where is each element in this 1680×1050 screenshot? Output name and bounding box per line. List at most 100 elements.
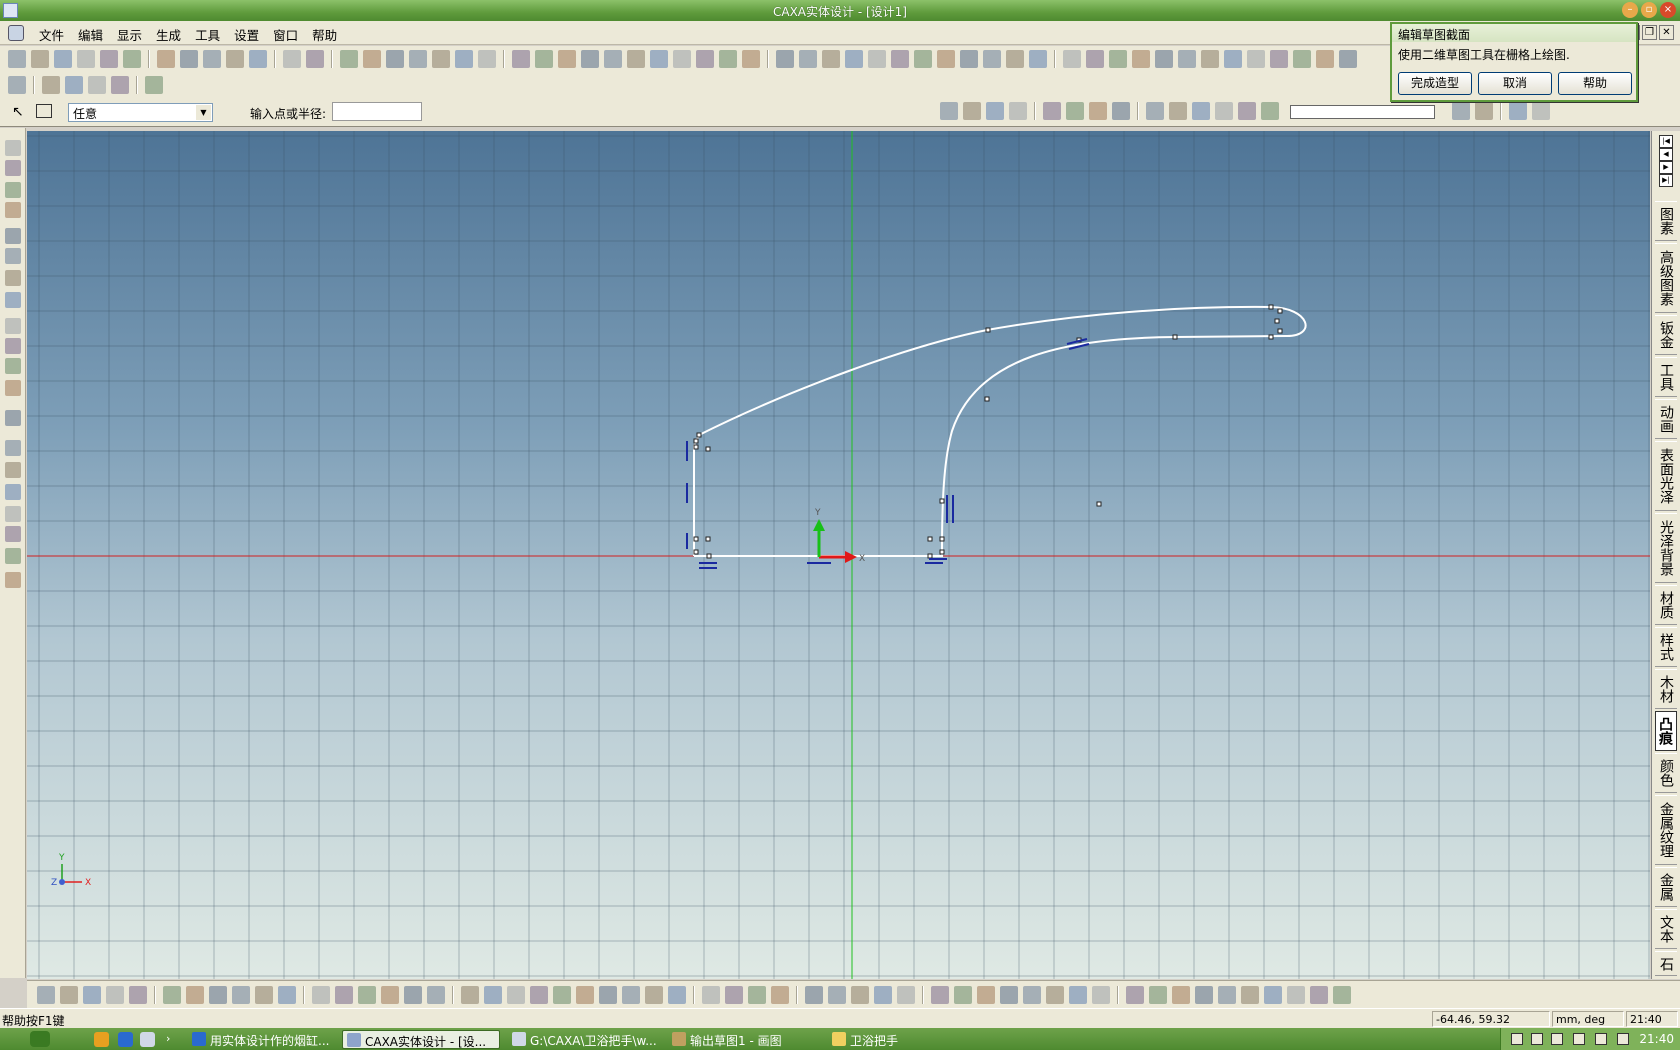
toolbar2-tool-icon-1[interactable] [8, 76, 26, 94]
sketch-tool-icon-34[interactable] [851, 986, 869, 1004]
toolbar-tool-icon-3[interactable] [54, 50, 72, 68]
toolbar-tool-icon-53[interactable] [1270, 50, 1288, 68]
catalog-tab-15[interactable]: 文本 [1655, 909, 1677, 949]
sketch-tool-icon-5[interactable] [129, 986, 147, 1004]
toolbar-tool-icon-38[interactable] [914, 50, 932, 68]
left-tool-icon-6[interactable] [5, 248, 21, 264]
toolbar-tool-icon-48[interactable] [1155, 50, 1173, 68]
sketch-tool-icon-54[interactable] [1333, 986, 1351, 1004]
sketch-tool-icon-28[interactable] [702, 986, 720, 1004]
toolbar-tool-icon-6[interactable] [123, 50, 141, 68]
toolbar-tool-icon-13[interactable] [306, 50, 324, 68]
sketch-tool-icon-6[interactable] [163, 986, 181, 1004]
sketch-tool-icon-25[interactable] [622, 986, 640, 1004]
toolbar-tool-icon-32[interactable] [776, 50, 794, 68]
toolbar-tool-icon-35[interactable] [845, 50, 863, 68]
animation-slider[interactable] [1290, 105, 1435, 119]
toolbar-tool-icon-36[interactable] [868, 50, 886, 68]
toolbar-tool-icon-24[interactable] [581, 50, 599, 68]
render2-tool-icon-1[interactable] [1452, 102, 1470, 120]
toolbar-tool-icon-23[interactable] [558, 50, 576, 68]
sketch-tool-icon-36[interactable] [897, 986, 915, 1004]
catalog-tab-8[interactable]: 材质 [1655, 585, 1677, 625]
sketch-tool-icon-8[interactable] [209, 986, 227, 1004]
toolbar-tool-icon-46[interactable] [1109, 50, 1127, 68]
toolbar-tool-icon-55[interactable] [1316, 50, 1334, 68]
cancel-button[interactable]: 取消 [1478, 72, 1552, 95]
sketch-tool-icon-40[interactable] [1000, 986, 1018, 1004]
sketch-tool-icon-19[interactable] [484, 986, 502, 1004]
mdi-restore-button[interactable]: ❐ [1642, 25, 1657, 40]
left-tool-icon-2[interactable] [5, 160, 21, 176]
catalog-tab-2[interactable]: 高级图素 [1655, 243, 1677, 313]
catalog-nav-button-2[interactable]: ◀ [1659, 148, 1673, 161]
left-tool-icon-1[interactable] [5, 140, 21, 156]
sketch-tool-icon-50[interactable] [1241, 986, 1259, 1004]
left-tool-icon-20[interactable] [5, 572, 21, 588]
toolbar-tool-icon-15[interactable] [363, 50, 381, 68]
toolbar2-tool-icon-5[interactable] [111, 76, 129, 94]
toolbar-tool-icon-4[interactable] [77, 50, 95, 68]
toolbar-tool-icon-7[interactable] [157, 50, 175, 68]
display-icon[interactable] [1617, 1033, 1629, 1045]
keyboard-icon[interactable] [1511, 1033, 1523, 1045]
sketch-tool-icon-38[interactable] [954, 986, 972, 1004]
task-caxa[interactable]: CAXA实体设计 - [设... [342, 1030, 500, 1049]
catalog-tab-1[interactable]: 图素 [1655, 201, 1677, 241]
task-folder[interactable]: 卫浴把手 [828, 1030, 976, 1049]
toolbar-tool-icon-27[interactable] [650, 50, 668, 68]
network-icon[interactable] [1573, 1033, 1585, 1045]
render-tool-icon-2[interactable] [963, 102, 981, 120]
toolbar-tool-icon-52[interactable] [1247, 50, 1265, 68]
catalog-tab-7[interactable]: 光泽背景 [1655, 513, 1677, 583]
task-explorer-folder[interactable]: G:\CAXA\卫浴把手\w... [508, 1030, 656, 1049]
sketch-tool-icon-33[interactable] [828, 986, 846, 1004]
left-tool-icon-7[interactable] [5, 270, 21, 286]
toolbar-tool-icon-18[interactable] [432, 50, 450, 68]
sketch-tool-icon-16[interactable] [404, 986, 422, 1004]
toolbar-tool-icon-19[interactable] [455, 50, 473, 68]
left-tool-icon-15[interactable] [5, 462, 21, 478]
render-tool-icon-6[interactable] [1066, 102, 1084, 120]
left-tool-icon-8[interactable] [5, 292, 21, 308]
render-tool-icon-4[interactable] [1009, 102, 1027, 120]
toolbar-tool-icon-12[interactable] [283, 50, 301, 68]
render-tool-icon-13[interactable] [1238, 102, 1256, 120]
toolbar-tool-icon-43[interactable] [1029, 50, 1047, 68]
menu-settings[interactable]: 设置 [227, 25, 266, 44]
sketch-tool-icon-14[interactable] [358, 986, 376, 1004]
chevron-down-icon[interactable]: ▼ [196, 105, 211, 120]
toolbar-tool-icon-31[interactable] [742, 50, 760, 68]
toolbar-tool-icon-28[interactable] [673, 50, 691, 68]
sketch-tool-icon-41[interactable] [1023, 986, 1041, 1004]
sketch-canvas[interactable]: X Y X Y Z [27, 131, 1650, 979]
quicklaunch-ie-icon[interactable] [118, 1032, 133, 1047]
sketch-tool-icon-52[interactable] [1287, 986, 1305, 1004]
sketch-tool-icon-18[interactable] [461, 986, 479, 1004]
render-tool-icon-14[interactable] [1261, 102, 1279, 120]
sketch-tool-icon-37[interactable] [931, 986, 949, 1004]
mdi-close-button[interactable]: ✕ [1659, 25, 1674, 40]
close-button[interactable]: × [1660, 2, 1676, 18]
sketch-tool-icon-9[interactable] [232, 986, 250, 1004]
toolbar-tool-icon-30[interactable] [719, 50, 737, 68]
menu-tools[interactable]: 工具 [188, 25, 227, 44]
toolbar-tool-icon-22[interactable] [535, 50, 553, 68]
catalog-tab-12[interactable]: 颜色 [1655, 753, 1677, 793]
toolbar-tool-icon-47[interactable] [1132, 50, 1150, 68]
toolbar-tool-icon-11[interactable] [249, 50, 267, 68]
menu-window[interactable]: 窗口 [266, 25, 305, 44]
point-radius-input[interactable] [332, 102, 422, 121]
toolbar-tool-icon-40[interactable] [960, 50, 978, 68]
render-tool-icon-3[interactable] [986, 102, 1004, 120]
render2-tool-icon-4[interactable] [1532, 102, 1550, 120]
start-button[interactable] [30, 1031, 50, 1047]
quicklaunch-explorer-icon[interactable] [140, 1032, 155, 1047]
left-tool-icon-14[interactable] [5, 440, 21, 456]
volume-icon[interactable] [1595, 1033, 1607, 1045]
sketch-tool-icon-2[interactable] [60, 986, 78, 1004]
design-viewport[interactable]: X Y X Y Z [27, 131, 1650, 979]
sketch-tool-icon-44[interactable] [1092, 986, 1110, 1004]
left-tool-icon-19[interactable] [5, 548, 21, 564]
toolbar-tool-icon-39[interactable] [937, 50, 955, 68]
